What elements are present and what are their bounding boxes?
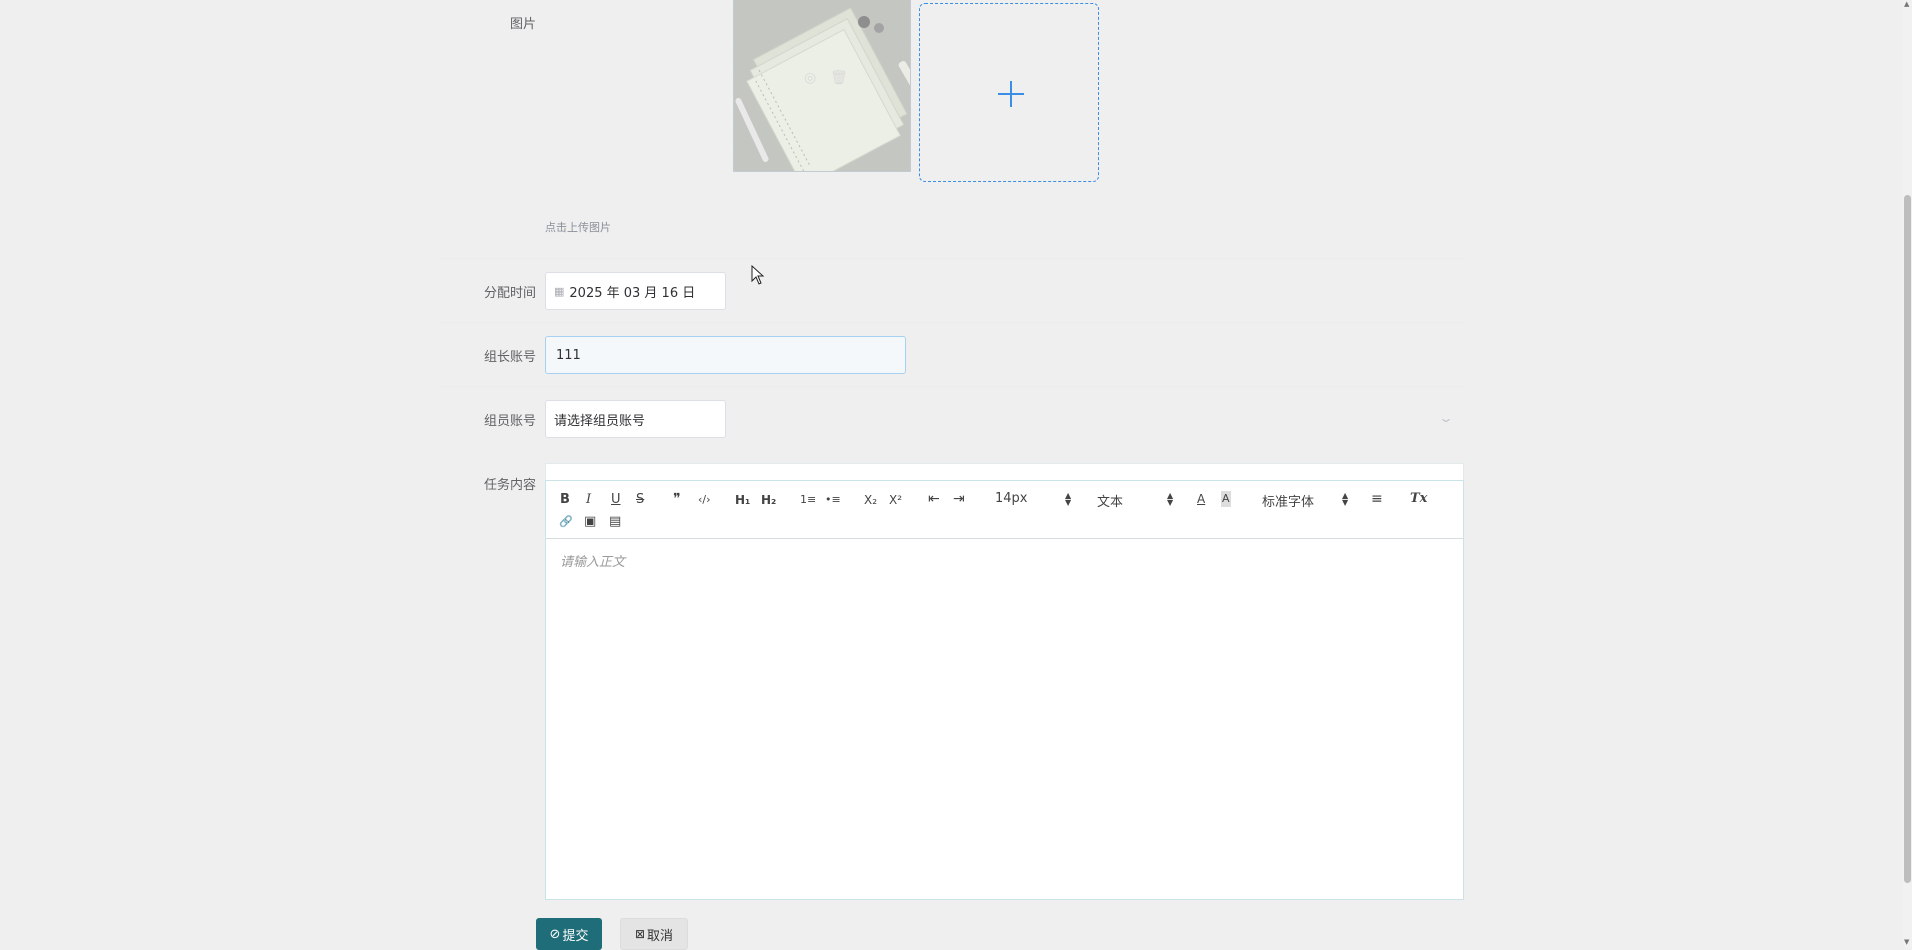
picker-arrows-icon: ▲ ▼ xyxy=(1167,491,1174,507)
calendar-icon: ▦ xyxy=(554,284,565,298)
picker-arrows-icon: ▲ ▼ xyxy=(1342,491,1349,507)
font-family-picker[interactable]: 标准字体 ▲ ▼ xyxy=(1262,491,1352,511)
rich-text-editor[interactable]: B I U S ❞ ‹/› H₁ H₂ 1≡ •≡ X₂ X² ⇤ ⇥ 14px… xyxy=(545,480,1464,900)
header-value: 文本 xyxy=(1097,495,1124,510)
plus-icon-vertical xyxy=(1010,81,1012,107)
link-button[interactable]: 🔗 xyxy=(559,514,573,530)
submit-button[interactable]: ⊘ 提交 xyxy=(536,918,602,950)
clean-format-button[interactable]: Tx xyxy=(1410,491,1427,507)
row-divider xyxy=(440,258,1465,259)
cancel-button[interactable]: ⊠ 取消 xyxy=(620,918,688,950)
image-label: 图片 xyxy=(416,13,536,32)
cancel-button-label: 取消 xyxy=(647,928,674,944)
outdent-button[interactable]: ⇤ xyxy=(928,491,940,507)
upload-tip: 点击上传图片 xyxy=(545,221,611,234)
font-size-picker[interactable]: 14px ▲ ▼ xyxy=(995,491,1073,507)
assign-time-value: 2025 年 03 月 16 日 xyxy=(569,285,696,301)
header-2-button[interactable]: H₂ xyxy=(761,492,776,508)
header-1-button[interactable]: H₁ xyxy=(735,492,750,508)
editor-top-bar xyxy=(545,463,1464,481)
code-block-button[interactable]: ‹/› xyxy=(698,492,711,508)
row-divider xyxy=(440,386,1465,387)
strike-button[interactable]: S xyxy=(636,492,644,508)
editor-placeholder: 请输入正文 xyxy=(560,555,626,570)
delete-icon[interactable]: 🗑 xyxy=(830,70,848,86)
editor-toolbar: B I U S ❞ ‹/› H₁ H₂ 1≡ •≡ X₂ X² ⇤ ⇥ 14px… xyxy=(546,481,1463,539)
row-divider xyxy=(440,322,1465,323)
ordered-list-button[interactable]: 1≡ xyxy=(800,492,816,508)
task-content-label: 任务内容 xyxy=(483,478,536,493)
superscript-button[interactable]: X² xyxy=(889,492,902,508)
scrollbar-thumb[interactable] xyxy=(1904,195,1911,883)
underline-button[interactable]: U xyxy=(611,492,621,508)
leader-account-value: 111 xyxy=(556,347,581,363)
scroll-up-arrow-icon[interactable]: ▲ xyxy=(1904,0,1909,8)
align-button[interactable]: ≡ xyxy=(1371,491,1383,507)
assign-time-label: 分配时间 xyxy=(483,286,536,301)
picker-arrows-icon: ▲ ▼ xyxy=(1065,491,1072,507)
chevron-down-icon[interactable]: ⌄ xyxy=(1438,411,1454,425)
mouse-cursor-icon xyxy=(751,265,765,285)
notebook-photo xyxy=(734,0,910,171)
bold-button[interactable]: B xyxy=(560,492,570,508)
subscript-button[interactable]: X₂ xyxy=(864,492,877,508)
assign-time-datepicker[interactable]: ▦ 2025 年 03 月 16 日 xyxy=(545,272,726,310)
member-account-label: 组员账号 xyxy=(483,414,536,429)
font-size-value: 14px xyxy=(995,491,1028,506)
close-box-icon: ⊠ xyxy=(634,927,646,941)
leader-account-label: 组长账号 xyxy=(483,350,536,365)
submit-button-label: 提交 xyxy=(562,928,589,944)
preview-icon[interactable]: ◎ xyxy=(804,70,816,86)
blockquote-button[interactable]: ❞ xyxy=(673,491,681,507)
font-family-value: 标准字体 xyxy=(1262,495,1315,510)
image-button[interactable]: ▣ xyxy=(584,514,596,530)
leader-account-input[interactable]: 111 xyxy=(545,336,906,374)
scroll-down-arrow-icon[interactable]: ▼ xyxy=(1904,938,1909,946)
upload-image-button[interactable] xyxy=(919,3,1099,182)
page-scrollbar[interactable]: ▲ ▼ xyxy=(1903,0,1912,948)
bullet-list-button[interactable]: •≡ xyxy=(825,492,841,508)
image-label-text: 图片 xyxy=(509,17,536,32)
member-account-select[interactable]: 请选择组员账号 xyxy=(545,400,726,438)
check-circle-icon: ⊘ xyxy=(549,926,561,942)
italic-button[interactable]: I xyxy=(586,492,591,508)
header-picker[interactable]: 文本 ▲ ▼ xyxy=(1097,491,1175,511)
uploaded-image-thumbnail[interactable]: ◎ 🗑 xyxy=(733,0,911,172)
member-account-placeholder: 请选择组员账号 xyxy=(554,413,646,429)
indent-button[interactable]: ⇥ xyxy=(953,491,965,507)
background-color-button[interactable]: A xyxy=(1221,491,1231,507)
video-button[interactable]: ▤ xyxy=(609,514,621,530)
text-color-button[interactable]: A xyxy=(1197,491,1205,507)
